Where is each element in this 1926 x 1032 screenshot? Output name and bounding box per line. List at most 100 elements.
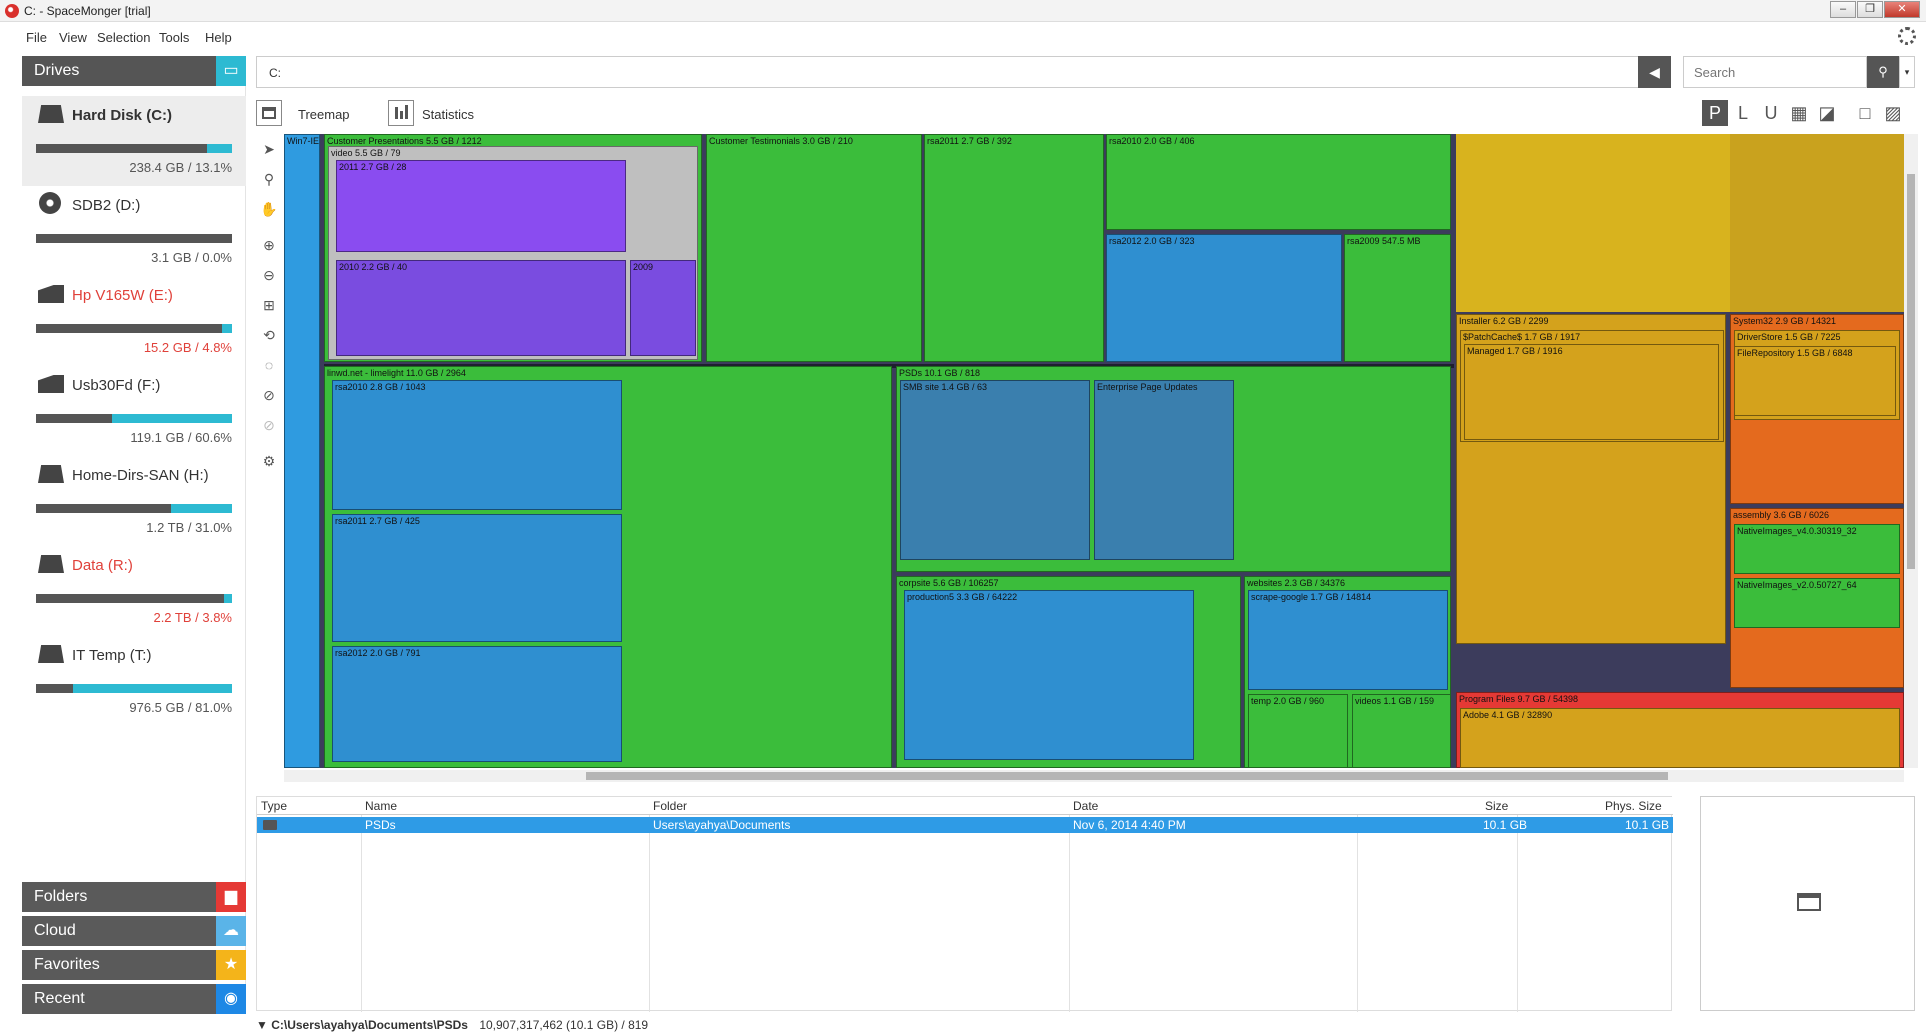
- treemap-block[interactable]: Win7-IE9 / 1,048.57: [284, 134, 320, 768]
- drive-usage-fill: [36, 504, 172, 513]
- history-forward-icon[interactable]: ⊘: [260, 416, 278, 434]
- row-date: Nov 6, 2014 4:40 PM: [1073, 818, 1186, 832]
- treemap-block[interactable]: Enterprise Page Updates: [1094, 380, 1234, 560]
- drive-item[interactable]: Home-Dirs-SAN (H:) 1.2 TB / 31.0%: [22, 456, 246, 546]
- treemap-block[interactable]: rsa2009 547.5 MB: [1344, 234, 1451, 362]
- settings-gear-icon[interactable]: [1898, 27, 1916, 45]
- search-input[interactable]: [1684, 57, 1854, 87]
- drive-name: Home-Dirs-SAN (H:): [72, 467, 209, 484]
- section-folders[interactable]: Folders ▆: [22, 882, 246, 912]
- col-size[interactable]: Size: [1485, 799, 1508, 813]
- treemap-block[interactable]: 2009: [630, 260, 696, 356]
- col-type[interactable]: Type: [261, 799, 287, 813]
- menu-selection[interactable]: Selection: [97, 30, 150, 45]
- minimize-button[interactable]: –: [1830, 1, 1856, 18]
- drive-item[interactable]: IT Temp (T:) 976.5 GB / 81.0%: [22, 636, 246, 726]
- rotate-icon[interactable]: ⟲: [260, 326, 278, 344]
- pointer-icon[interactable]: ➤: [260, 140, 278, 158]
- cloud-icon: ☁: [216, 916, 246, 946]
- treemap[interactable]: Win7-IE9 / 1,048.57Customer Presentation…: [284, 134, 1904, 768]
- treemap-block[interactable]: temp 2.0 GB / 960: [1248, 694, 1348, 768]
- menu-tools[interactable]: Tools: [159, 30, 189, 45]
- treemap-block[interactable]: rsa2012 2.0 GB / 323: [1106, 234, 1342, 362]
- treemap-block[interactable]: videos 1.1 GB / 159: [1352, 694, 1451, 768]
- treemap-block[interactable]: 2010 2.2 GB / 40: [336, 260, 626, 356]
- search-icon[interactable]: ⚲: [1867, 56, 1899, 88]
- fit-icon[interactable]: ⊞: [260, 296, 278, 314]
- tab-statistics[interactable]: Statistics: [422, 100, 474, 130]
- treemap-vertical-scrollbar[interactable]: [1904, 134, 1918, 768]
- menu-file[interactable]: File: [26, 30, 47, 45]
- treemap-block[interactable]: scrape-google 1.7 GB / 14814: [1248, 590, 1448, 690]
- col-phys-size[interactable]: Phys. Size: [1605, 799, 1662, 813]
- treemap-block[interactable]: 2011 2.7 GB / 28: [336, 160, 626, 252]
- treemap-block[interactable]: production5 3.3 GB / 64222: [904, 590, 1194, 760]
- section-recent[interactable]: Recent ◉: [22, 984, 246, 1014]
- treemap-block[interactable]: NativeImages_v2.0.50727_64: [1734, 578, 1900, 628]
- col-name[interactable]: Name: [365, 799, 397, 813]
- drive-usage-bar: [36, 324, 232, 333]
- tab-treemap[interactable]: Treemap: [298, 100, 350, 130]
- drive-size: 15.2 GB / 4.8%: [143, 340, 232, 355]
- col-folder[interactable]: Folder: [653, 799, 687, 813]
- drive-usage-fill: [36, 234, 232, 243]
- treemap-block-label: Win7-IE9 / 1,048.57: [287, 136, 320, 146]
- drives-header[interactable]: Drives ▭: [22, 56, 246, 86]
- treemap-block[interactable]: rsa2011 2.7 GB / 392: [924, 134, 1104, 362]
- layout-grid-icon[interactable]: ▦: [1786, 100, 1812, 126]
- drive-item[interactable]: Usb30Fd (F:) 119.1 GB / 60.6%: [22, 366, 246, 456]
- star-icon: ★: [216, 950, 246, 980]
- drive-size: 3.1 GB / 0.0%: [151, 250, 232, 265]
- reset-view-icon[interactable]: ◌: [260, 356, 278, 374]
- treemap-block[interactable]: rsa2010 2.0 GB / 406: [1106, 134, 1451, 230]
- collapse-icon[interactable]: ▼: [256, 1018, 271, 1032]
- zoom-in-icon[interactable]: ⊕: [260, 236, 278, 254]
- drive-usage-bar: [36, 504, 232, 513]
- table-row[interactable]: PSDs Users\ayahya\Documents Nov 6, 2014 …: [257, 817, 1673, 833]
- treemap-block[interactable]: rsa2010 2.8 GB / 1043: [332, 380, 622, 510]
- treemap-block[interactable]: FileRepository 1.5 GB / 6848: [1734, 346, 1896, 416]
- section-cloud[interactable]: Cloud ☁: [22, 916, 246, 946]
- drive-item[interactable]: Hard Disk (C:) 238.4 GB / 13.1%: [22, 96, 246, 186]
- menu-help[interactable]: Help: [205, 30, 232, 45]
- treemap-block[interactable]: Managed 1.7 GB / 1916: [1464, 344, 1719, 440]
- treemap-block-label: NativeImages_v4.0.30319_32: [1737, 526, 1857, 536]
- mode-p-button[interactable]: P: [1702, 100, 1728, 126]
- col-date[interactable]: Date: [1073, 799, 1098, 813]
- treemap-block[interactable]: rsa2011 2.7 GB / 425: [332, 514, 622, 642]
- drive-usage-fill: [36, 414, 113, 423]
- drive-item[interactable]: SDB2 (D:) 3.1 GB / 0.0%: [22, 186, 246, 276]
- drive-item[interactable]: Hp V165W (E:) 15.2 GB / 4.8%: [22, 276, 246, 366]
- path-input[interactable]: C:: [256, 56, 1671, 88]
- mode-l-button[interactable]: L: [1730, 100, 1756, 126]
- folders-icon: ▆: [216, 882, 246, 912]
- app-icon: [5, 4, 19, 18]
- zoom-out-icon[interactable]: ⊖: [260, 266, 278, 284]
- statistics-tab-icon[interactable]: [388, 100, 414, 126]
- treemap-block[interactable]: NativeImages_v4.0.30319_32: [1734, 524, 1900, 574]
- zoom-icon[interactable]: ⚲: [260, 170, 278, 188]
- menu-view[interactable]: View: [59, 30, 87, 45]
- section-favorites[interactable]: Favorites ★: [22, 950, 246, 980]
- treemap-block[interactable]: Adobe 4.1 GB / 32890: [1460, 708, 1900, 768]
- close-button[interactable]: ✕: [1884, 1, 1920, 18]
- treemap-block-label: assembly 3.6 GB / 6026: [1733, 510, 1830, 520]
- treemap-settings-icon[interactable]: ⚙: [260, 452, 278, 470]
- maximize-button[interactable]: ❐: [1857, 1, 1883, 18]
- treemap-block-label: rsa2011 2.7 GB / 392: [927, 136, 1012, 146]
- back-button[interactable]: ◀: [1638, 56, 1671, 88]
- treemap-block[interactable]: rsa2012 2.0 GB / 791: [332, 646, 622, 762]
- treemap-horizontal-scrollbar[interactable]: [284, 770, 1904, 782]
- treemap-tab-icon[interactable]: [256, 100, 282, 126]
- network-drive-icon: [38, 555, 64, 573]
- history-back-icon[interactable]: ⊘: [260, 386, 278, 404]
- treemap-block[interactable]: SMB site 1.4 GB / 63: [900, 380, 1090, 560]
- layout-add-icon[interactable]: ◪: [1814, 100, 1840, 126]
- search-dropdown-button[interactable]: ▾: [1899, 56, 1915, 88]
- drive-item[interactable]: Data (R:) 2.2 TB / 3.8%: [22, 546, 246, 636]
- hatch-icon[interactable]: ▨: [1880, 100, 1906, 126]
- treemap-block[interactable]: Customer Testimonials 3.0 GB / 210: [706, 134, 922, 362]
- frame-icon[interactable]: □: [1852, 100, 1878, 126]
- mode-u-button[interactable]: U: [1758, 100, 1784, 126]
- pan-hand-icon[interactable]: ✋: [260, 200, 278, 218]
